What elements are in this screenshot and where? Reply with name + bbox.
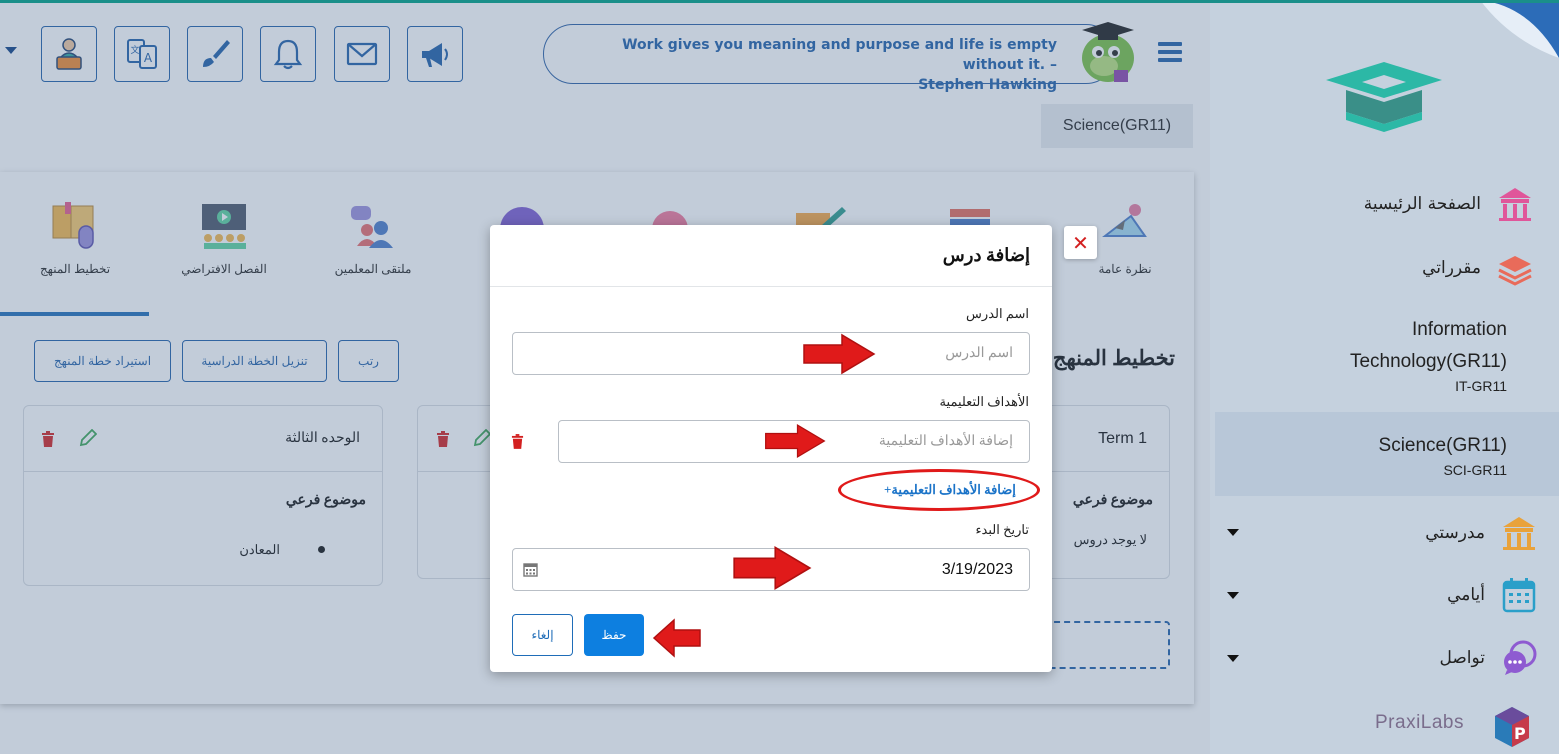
sidebar-item-label: أيامي [1447, 585, 1485, 605]
chevron-down-icon[interactable] [1227, 592, 1239, 599]
calendar-icon[interactable] [523, 561, 538, 577]
course-name: Information Technology(GR11) [1349, 319, 1507, 372]
objectives-label: الأهداف التعليمية [939, 394, 1029, 409]
calendar-icon [1502, 578, 1536, 613]
sidebar-course-it[interactable]: Information Technology(GR11) IT-GR11 [1215, 314, 1559, 404]
sidebar-item-my-days[interactable]: أيامي [1447, 577, 1537, 613]
divider [490, 286, 1052, 287]
course-code: SCI-GR11 [1443, 462, 1507, 478]
annotation-arrow-icon [765, 423, 826, 459]
close-icon: ✕ [1072, 230, 1089, 255]
sidebar-item-label: الصفحة الرئيسية [1363, 194, 1481, 214]
praxilabs-logo-icon: P [1495, 707, 1529, 747]
page-corner-icon [1480, 0, 1559, 58]
annotation-arrow-icon [733, 546, 812, 590]
annotation-arrow-icon [652, 618, 701, 658]
sidebar-item-label: مدرستي [1425, 523, 1485, 543]
school-logo [1326, 62, 1442, 132]
annotation-ellipse [838, 469, 1040, 511]
chevron-down-icon[interactable] [1227, 529, 1239, 536]
annotation-arrow-icon [803, 333, 876, 375]
dialog-title: إضافة درس [942, 245, 1030, 265]
school-icon [1503, 517, 1535, 550]
sidebar-course-science[interactable]: Science(GR11) SCI-GR11 [1215, 412, 1559, 496]
close-button[interactable]: ✕ [1064, 226, 1097, 259]
lesson-name-input[interactable]: اسم الدرس [512, 332, 1030, 375]
save-button[interactable]: حفظ [584, 614, 644, 656]
chat-bubbles-icon [1504, 640, 1537, 675]
start-date-label: تاريخ البدء [975, 522, 1029, 537]
stack-icon [1498, 256, 1532, 286]
home-icon [1499, 188, 1531, 221]
course-name: Science(GR11) [1378, 435, 1507, 456]
trash-icon[interactable] [511, 434, 524, 449]
sidebar-item-home[interactable]: الصفحة الرئيسية [1364, 186, 1533, 222]
top-accent-line [0, 0, 1559, 3]
sidebar-item-label: تواصل [1439, 648, 1485, 668]
sidebar-item-communication[interactable]: تواصل [1439, 640, 1537, 676]
sidebar-item-label: مقرراتي [1422, 258, 1481, 278]
sidebar-item-my-courses[interactable]: مقرراتي [1422, 250, 1533, 286]
brand-name: PraxiLabs [1375, 712, 1464, 733]
cancel-button[interactable]: إلغاء [512, 614, 573, 656]
svg-text:P: P [1514, 724, 1526, 743]
chevron-down-icon[interactable] [1227, 655, 1239, 662]
course-code: IT-GR11 [1455, 378, 1507, 394]
sidebar-item-my-school[interactable]: مدرستي [1425, 515, 1537, 551]
lesson-name-label: اسم الدرس [966, 306, 1029, 321]
